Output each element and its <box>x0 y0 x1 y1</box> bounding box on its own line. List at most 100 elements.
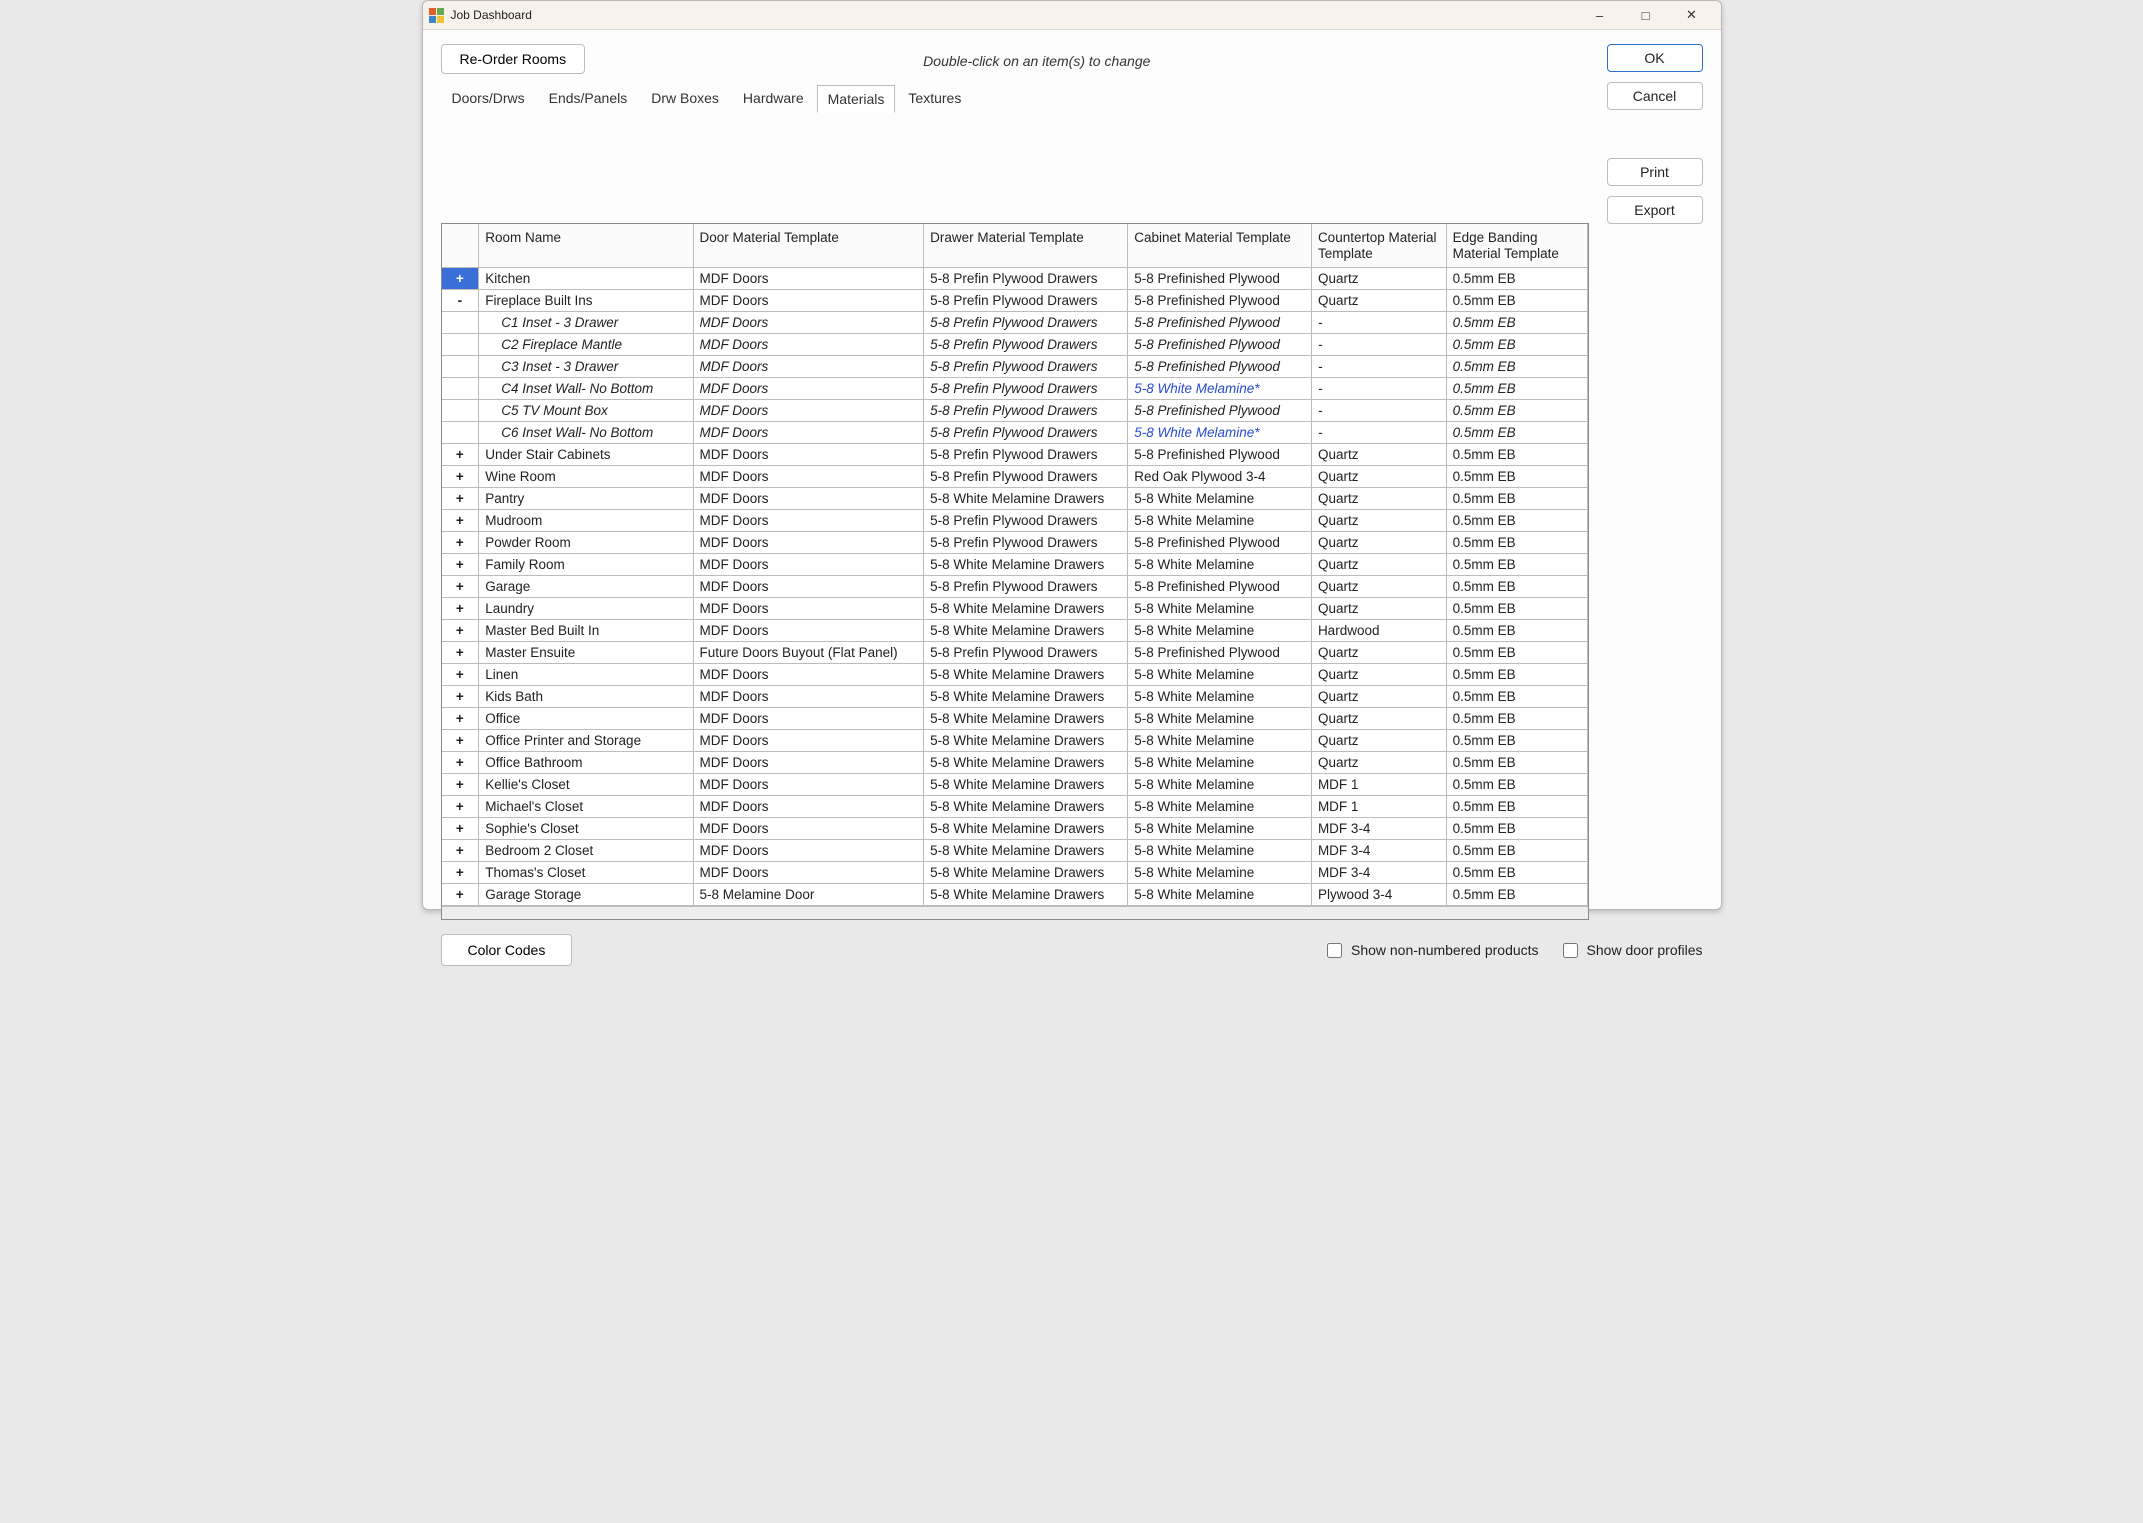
table-row[interactable]: +Office BathroomMDF Doors5-8 White Melam… <box>442 752 1588 774</box>
cell[interactable]: 5-8 White Melamine Drawers <box>924 840 1128 862</box>
table-row[interactable]: +Michael's ClosetMDF Doors5-8 White Mela… <box>442 796 1588 818</box>
cell[interactable]: 5-8 Prefinished Plywood <box>1128 642 1312 664</box>
table-row[interactable]: +Master EnsuiteFuture Doors Buyout (Flat… <box>442 642 1588 664</box>
cell[interactable]: 0.5mm EB <box>1446 488 1587 510</box>
expander-cell[interactable]: + <box>442 510 479 532</box>
cell[interactable]: Quartz <box>1311 268 1446 290</box>
cell[interactable]: C6 Inset Wall- No Bottom <box>479 422 693 444</box>
cell[interactable]: 5-8 White Melamine <box>1128 730 1312 752</box>
cell[interactable]: 0.5mm EB <box>1446 818 1587 840</box>
cell[interactable]: 0.5mm EB <box>1446 642 1587 664</box>
cell[interactable]: 0.5mm EB <box>1446 290 1587 312</box>
cell[interactable]: C5 TV Mount Box <box>479 400 693 422</box>
table-child-row[interactable]: C2 Fireplace MantleMDF Doors5-8 Prefin P… <box>442 334 1588 356</box>
cell[interactable]: 0.5mm EB <box>1446 378 1587 400</box>
cell[interactable]: 5-8 White Melamine <box>1128 708 1312 730</box>
cell[interactable]: Quartz <box>1311 708 1446 730</box>
reorder-rooms-button[interactable]: Re-Order Rooms <box>441 44 586 74</box>
tab-materials[interactable]: Materials <box>817 85 896 113</box>
expander-cell[interactable]: + <box>442 884 479 906</box>
cell[interactable]: Powder Room <box>479 532 693 554</box>
column-header[interactable]: Room Name <box>479 224 693 268</box>
cell[interactable]: Master Ensuite <box>479 642 693 664</box>
maximize-button[interactable]: □ <box>1623 1 1669 29</box>
cell[interactable]: MDF Doors <box>693 576 924 598</box>
cell[interactable]: 0.5mm EB <box>1446 422 1587 444</box>
color-codes-button[interactable]: Color Codes <box>441 934 573 966</box>
cell[interactable]: 5-8 White Melamine <box>1128 840 1312 862</box>
table-row[interactable]: -Fireplace Built InsMDF Doors5-8 Prefin … <box>442 290 1588 312</box>
cell[interactable]: 0.5mm EB <box>1446 400 1587 422</box>
cell[interactable]: 5-8 White Melamine Drawers <box>924 774 1128 796</box>
cell[interactable]: MDF Doors <box>693 466 924 488</box>
cell[interactable]: 5-8 White Melamine Drawers <box>924 862 1128 884</box>
cell[interactable]: 5-8 Prefin Plywood Drawers <box>924 466 1128 488</box>
cell[interactable]: 5-8 Prefin Plywood Drawers <box>924 378 1128 400</box>
cell[interactable]: MDF Doors <box>693 444 924 466</box>
print-button[interactable]: Print <box>1607 158 1703 186</box>
cell[interactable]: Master Bed Built In <box>479 620 693 642</box>
cell[interactable]: Quartz <box>1311 686 1446 708</box>
cell[interactable]: 0.5mm EB <box>1446 334 1587 356</box>
table-child-row[interactable]: C1 Inset - 3 DrawerMDF Doors5-8 Prefin P… <box>442 312 1588 334</box>
cell[interactable]: 0.5mm EB <box>1446 576 1587 598</box>
cell[interactable]: 5-8 Prefin Plywood Drawers <box>924 334 1128 356</box>
table-row[interactable]: +GarageMDF Doors5-8 Prefin Plywood Drawe… <box>442 576 1588 598</box>
cell[interactable]: Michael's Closet <box>479 796 693 818</box>
table-child-row[interactable]: C5 TV Mount BoxMDF Doors5-8 Prefin Plywo… <box>442 400 1588 422</box>
table-row[interactable]: +KitchenMDF Doors5-8 Prefin Plywood Draw… <box>442 268 1588 290</box>
cell[interactable]: Quartz <box>1311 554 1446 576</box>
cell[interactable]: 5-8 White Melamine <box>1128 664 1312 686</box>
table-row[interactable]: +Garage Storage5-8 Melamine Door5-8 Whit… <box>442 884 1588 906</box>
table-row[interactable]: +OfficeMDF Doors5-8 White Melamine Drawe… <box>442 708 1588 730</box>
cell[interactable]: 0.5mm EB <box>1446 686 1587 708</box>
cell[interactable]: 5-8 Prefinished Plywood <box>1128 532 1312 554</box>
cell[interactable]: 5-8 White Melamine <box>1128 862 1312 884</box>
cell[interactable]: 5-8 Prefinished Plywood <box>1128 312 1312 334</box>
cell[interactable]: 5-8 Prefin Plywood Drawers <box>924 356 1128 378</box>
cell[interactable]: 5-8 Prefinished Plywood <box>1128 268 1312 290</box>
cell[interactable]: - <box>1311 400 1446 422</box>
expander-cell[interactable]: + <box>442 664 479 686</box>
table-row[interactable]: +LinenMDF Doors5-8 White Melamine Drawer… <box>442 664 1588 686</box>
cell[interactable]: Garage Storage <box>479 884 693 906</box>
cell[interactable]: C2 Fireplace Mantle <box>479 334 693 356</box>
cell[interactable]: 0.5mm EB <box>1446 840 1587 862</box>
export-button[interactable]: Export <box>1607 196 1703 224</box>
cell[interactable]: 5-8 White Melamine Drawers <box>924 708 1128 730</box>
cell[interactable]: Fireplace Built Ins <box>479 290 693 312</box>
cell[interactable]: 0.5mm EB <box>1446 598 1587 620</box>
cell[interactable]: 5-8 White Melamine <box>1128 510 1312 532</box>
cell[interactable]: Sophie's Closet <box>479 818 693 840</box>
cell[interactable]: 5-8 White Melamine <box>1128 554 1312 576</box>
table-row[interactable]: +Powder RoomMDF Doors5-8 Prefin Plywood … <box>442 532 1588 554</box>
cell[interactable]: Mudroom <box>479 510 693 532</box>
cell[interactable]: 5-8 White Melamine Drawers <box>924 664 1128 686</box>
cell[interactable]: 5-8 White Melamine <box>1128 686 1312 708</box>
cell[interactable]: 5-8 White Melamine Drawers <box>924 752 1128 774</box>
cell[interactable]: 0.5mm EB <box>1446 268 1587 290</box>
show-non-numbered-checkbox[interactable]: Show non-numbered products <box>1323 940 1539 961</box>
cell[interactable]: 5-8 Prefin Plywood Drawers <box>924 532 1128 554</box>
tab-textures[interactable]: Textures <box>897 84 972 112</box>
cell[interactable]: Bedroom 2 Closet <box>479 840 693 862</box>
cell[interactable]: MDF Doors <box>693 818 924 840</box>
tab-doors-drws[interactable]: Doors/Drws <box>441 84 536 112</box>
cell[interactable]: 5-8 White Melamine <box>1128 598 1312 620</box>
cell[interactable]: Office Bathroom <box>479 752 693 774</box>
cell[interactable]: 5-8 White Melamine Drawers <box>924 554 1128 576</box>
cell[interactable]: MDF Doors <box>693 312 924 334</box>
cell[interactable]: 5-8 Prefinished Plywood <box>1128 334 1312 356</box>
expander-cell[interactable]: + <box>442 466 479 488</box>
tab-drw-boxes[interactable]: Drw Boxes <box>640 84 730 112</box>
column-header[interactable] <box>442 224 479 268</box>
cell[interactable]: 5-8 White Melamine Drawers <box>924 488 1128 510</box>
cell[interactable]: C4 Inset Wall- No Bottom <box>479 378 693 400</box>
cell[interactable]: Thomas's Closet <box>479 862 693 884</box>
column-header[interactable]: Door Material Template <box>693 224 924 268</box>
cell[interactable]: - <box>1311 378 1446 400</box>
cell[interactable]: Quartz <box>1311 290 1446 312</box>
cell[interactable]: 5-8 Prefin Plywood Drawers <box>924 576 1128 598</box>
cell[interactable]: - <box>1311 334 1446 356</box>
cell[interactable]: 5-8 White Melamine Drawers <box>924 818 1128 840</box>
